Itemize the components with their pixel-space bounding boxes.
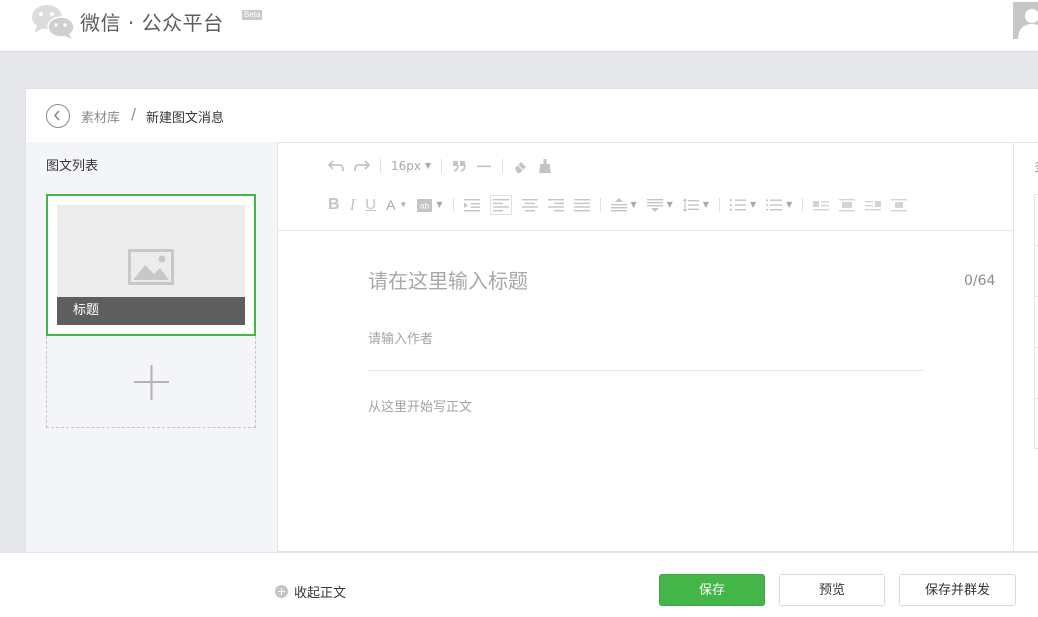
paragraph-spacing-after-icon[interactable]: ▼	[646, 195, 673, 215]
save-and-publish-button[interactable]: 保存并群发	[899, 574, 1016, 606]
toolbar-row-1: 16px ▼	[328, 156, 562, 176]
blockquote-icon[interactable]	[452, 160, 467, 172]
breadcrumb-separator: /	[131, 105, 137, 123]
eraser-icon[interactable]	[513, 159, 528, 174]
svg-text:ab: ab	[420, 201, 429, 210]
article-list-title: 图文列表	[46, 159, 99, 174]
toolbar-separator	[718, 198, 720, 212]
plus-circle-icon	[275, 585, 288, 598]
top-bar: 微信 · 公众平台 Beta	[0, 0, 1038, 52]
user-avatar-icon	[1018, 9, 1038, 39]
title-char-counter: 0/64	[964, 273, 996, 289]
toolbar-separator	[599, 198, 601, 212]
image-float-left-icon[interactable]	[813, 198, 830, 212]
highlight-color-icon[interactable]: ab ▼	[417, 195, 443, 215]
editor-area: 16px ▼ B I U A ▼ ab ▼ ▼ ▼ ▼ ▼ ▼ 请在这里输入标题…	[278, 142, 1013, 552]
editor-divider	[368, 370, 924, 371]
collapse-body-label: 收起正文	[294, 586, 347, 601]
back-button[interactable]	[46, 104, 70, 128]
chevron-left-icon	[53, 110, 60, 121]
line-height-icon[interactable]: ▼	[682, 195, 709, 215]
align-justify-icon[interactable]	[573, 198, 590, 212]
toolbar-separator	[802, 198, 804, 212]
right-panel-box	[1034, 194, 1038, 449]
editor-panel: 素材库 / 新建图文消息 图文列表 标题 16px ▼ B I U A ▼ ab…	[25, 88, 1038, 552]
align-left-icon[interactable]	[489, 195, 512, 215]
author-input[interactable]: 请输入作者	[368, 328, 433, 347]
toolbar-separator	[441, 159, 443, 173]
image-inline-icon[interactable]	[839, 198, 856, 212]
font-size-value: 16px	[391, 159, 421, 173]
paragraph-spacing-before-icon[interactable]: ▼	[610, 195, 637, 215]
toolbar-separator	[452, 198, 454, 212]
collapse-body-button[interactable]: 收起正文	[275, 582, 346, 601]
beta-badge: Beta	[242, 10, 263, 20]
bottom-action-bar: 收起正文 保存 预览 保存并群发	[0, 552, 1038, 617]
image-placeholder-icon	[128, 249, 174, 285]
indent-icon[interactable]	[463, 198, 480, 212]
article-card-title: 标题	[57, 297, 245, 325]
align-center-icon[interactable]	[521, 198, 538, 212]
breadcrumb-current: 新建图文消息	[146, 111, 225, 126]
unordered-list-icon[interactable]: ▼	[766, 195, 792, 215]
right-panel-label: 多	[1034, 156, 1038, 175]
redo-icon[interactable]	[354, 159, 370, 173]
caret-down-icon: ▼	[425, 161, 432, 170]
undo-icon[interactable]	[328, 159, 344, 173]
editor-toolbar: 16px ▼ B I U A ▼ ab ▼ ▼ ▼ ▼ ▼ ▼	[278, 142, 1013, 231]
ordered-list-icon[interactable]: ▼	[729, 195, 756, 215]
article-list-panel: 图文列表 标题	[26, 142, 278, 552]
right-side-panel: 多	[1013, 142, 1038, 552]
font-color-icon[interactable]: A ▼	[386, 195, 407, 215]
font-size-select[interactable]: 16px ▼	[391, 156, 431, 176]
article-cover-placeholder: 标题	[57, 205, 245, 325]
italic-icon[interactable]: I	[350, 195, 356, 215]
image-float-right-icon[interactable]	[865, 198, 882, 212]
breadcrumb: 素材库 / 新建图文消息	[26, 89, 1038, 143]
format-painter-icon[interactable]	[538, 158, 552, 174]
toolbar-row-2: B I U A ▼ ab ▼ ▼ ▼ ▼ ▼ ▼	[328, 195, 917, 215]
underline-icon[interactable]: U	[365, 195, 376, 215]
add-article-button[interactable]	[46, 336, 256, 428]
brand-title: 微信 · 公众平台	[80, 11, 224, 35]
toolbar-separator	[380, 159, 381, 173]
article-card-selected[interactable]: 标题	[46, 194, 256, 336]
horizontal-rule-icon[interactable]	[476, 160, 492, 172]
wechat-logo-icon	[32, 5, 75, 39]
save-button[interactable]: 保存	[659, 574, 765, 606]
plus-icon	[134, 365, 169, 400]
article-title-input[interactable]: 请在这里输入标题	[368, 265, 528, 294]
breadcrumb-library-link[interactable]: 素材库	[81, 107, 120, 126]
preview-button[interactable]: 预览	[779, 574, 885, 606]
align-right-icon[interactable]	[547, 198, 564, 212]
bold-icon[interactable]: B	[328, 195, 340, 215]
image-center-icon[interactable]	[891, 198, 908, 212]
avatar[interactable]	[1013, 2, 1038, 39]
toolbar-separator	[502, 159, 504, 173]
article-body-input[interactable]: 从这里开始写正文	[368, 396, 472, 415]
